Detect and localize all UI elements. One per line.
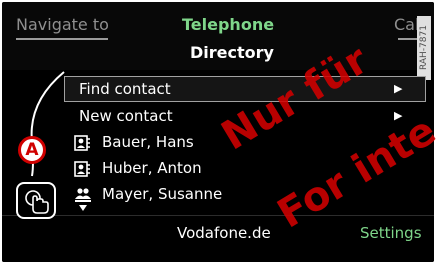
settings-button[interactable]: Settings <box>360 223 422 243</box>
submenu-arrow-icon: ▶ <box>394 82 403 95</box>
callout-marker-a: A <box>18 136 46 164</box>
touchpad-button[interactable] <box>16 182 56 219</box>
network-name: Vodafone.de <box>177 224 271 242</box>
tab-telephone[interactable]: Telephone <box>182 15 274 35</box>
finger-touch-icon <box>25 190 49 214</box>
contact-name: Bauer, Hans <box>102 133 194 151</box>
menu-item-label: Find contact <box>79 80 171 98</box>
infotainment-screen: Navigate to Telephone Call Directory RAH… <box>2 2 434 262</box>
contact-name: Huber, Anton <box>102 159 202 177</box>
contact-list-item[interactable]: Mayer, Susanne <box>74 184 294 208</box>
header: Navigate to Telephone Call Directory <box>2 2 434 70</box>
image-reference-code: RAH-7871 <box>417 16 431 80</box>
menu-item-new-contact[interactable]: New contact ▶ <box>2 103 434 129</box>
contact-name: Mayer, Susanne <box>102 185 223 203</box>
tab-underline-left <box>16 38 108 40</box>
submenu-arrow-icon: ▶ <box>394 109 403 122</box>
contact-list-item[interactable]: Huber, Anton <box>74 158 294 182</box>
page-title: Directory <box>190 43 274 62</box>
menu-item-find-contact[interactable]: Find contact ▶ <box>2 76 434 102</box>
person-card-icon <box>74 135 90 151</box>
menu-item-label: New contact <box>79 107 173 125</box>
person-card-icon <box>74 161 90 177</box>
scroll-down-icon[interactable] <box>78 204 88 212</box>
tab-navigate-to[interactable]: Navigate to <box>16 15 109 35</box>
footer-bar: Vodafone.de Settings <box>2 216 434 262</box>
two-persons-icon <box>75 188 91 202</box>
contact-list-item[interactable]: Bauer, Hans <box>74 132 294 156</box>
